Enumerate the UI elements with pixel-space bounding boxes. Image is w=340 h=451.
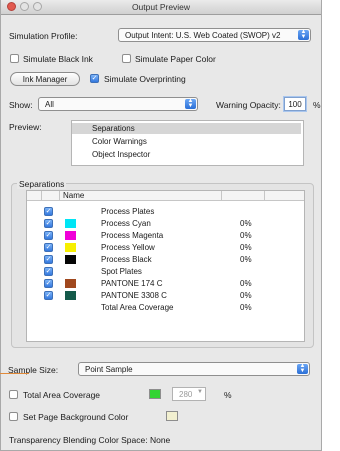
preview-item-object-inspector[interactable]: Object Inspector bbox=[72, 149, 301, 160]
separation-name: PANTONE 3308 C bbox=[101, 291, 167, 300]
table-row[interactable]: Total Area Coverage 0% bbox=[27, 302, 304, 314]
table-row[interactable]: ✓ Process Magenta 0% bbox=[27, 230, 304, 242]
separation-color-swatch bbox=[65, 291, 76, 300]
separation-color-swatch bbox=[65, 243, 76, 252]
show-label: Show: bbox=[9, 100, 33, 110]
separation-color-swatch bbox=[65, 255, 76, 264]
separation-visibility-checkbox[interactable]: ✓ bbox=[44, 279, 53, 288]
sample-size-value: Point Sample bbox=[85, 365, 133, 374]
table-row[interactable]: ✓ PANTONE 174 C 0% bbox=[27, 278, 304, 290]
preview-list: Separations Color Warnings Object Inspec… bbox=[71, 120, 304, 166]
separation-color-swatch bbox=[65, 279, 76, 288]
total-area-coverage-checkbox[interactable] bbox=[9, 390, 18, 399]
preview-item-separations[interactable]: Separations bbox=[72, 123, 301, 134]
separation-name: Process Yellow bbox=[101, 243, 155, 252]
separation-visibility-checkbox[interactable]: ✓ bbox=[44, 243, 53, 252]
separation-percent: 0% bbox=[240, 291, 252, 300]
table-row[interactable]: ✓ Process Plates bbox=[27, 206, 304, 218]
separation-name: Process Plates bbox=[101, 207, 155, 216]
separation-visibility-checkbox[interactable]: ✓ bbox=[44, 267, 53, 276]
table-row[interactable]: ✓ Process Yellow 0% bbox=[27, 242, 304, 254]
separation-visibility-checkbox[interactable]: ✓ bbox=[44, 219, 53, 228]
separation-visibility-checkbox[interactable]: ✓ bbox=[44, 231, 53, 240]
set-page-background-checkbox[interactable] bbox=[9, 412, 18, 421]
coverage-value-input: 280 ▼ bbox=[172, 387, 206, 401]
table-row[interactable]: ✓ Process Black 0% bbox=[27, 254, 304, 266]
separation-visibility-checkbox[interactable]: ✓ bbox=[44, 255, 53, 264]
separation-color-swatch bbox=[65, 231, 76, 240]
table-header: Name bbox=[27, 191, 304, 201]
preview-label: Preview: bbox=[9, 122, 42, 132]
simulate-paper-color-label: Simulate Paper Color bbox=[135, 54, 216, 64]
window-title: Output Preview bbox=[131, 2, 191, 12]
simulation-profile-label: Simulation Profile: bbox=[9, 31, 78, 41]
separation-percent: 0% bbox=[240, 303, 252, 312]
preview-item-color-warnings[interactable]: Color Warnings bbox=[72, 136, 301, 147]
show-value: All bbox=[45, 100, 54, 109]
simulate-overprinting-label: Simulate Overprinting bbox=[104, 74, 186, 84]
table-row[interactable]: ✓ Process Cyan 0% bbox=[27, 218, 304, 230]
separation-percent: 0% bbox=[240, 231, 252, 240]
separation-name: Process Cyan bbox=[101, 219, 151, 228]
simulate-black-ink-checkbox[interactable] bbox=[10, 54, 19, 63]
separations-group-label: Separations bbox=[17, 179, 67, 189]
title-bar: Output Preview bbox=[1, 0, 321, 15]
simulate-overprinting-checkbox[interactable]: ✓ bbox=[90, 74, 99, 83]
warning-opacity-label: Warning Opacity: bbox=[216, 100, 281, 110]
name-column-header[interactable]: Name bbox=[63, 191, 84, 200]
separation-visibility-checkbox[interactable]: ✓ bbox=[44, 207, 53, 216]
warning-opacity-input[interactable]: 100 bbox=[284, 97, 306, 111]
separation-visibility-checkbox[interactable]: ✓ bbox=[44, 291, 53, 300]
popup-arrows-icon: ▲ ▼ bbox=[297, 363, 308, 374]
total-area-coverage-label: Total Area Coverage bbox=[23, 390, 101, 400]
simulation-profile-value: Output Intent: U.S. Web Coated (SWOP) v2 bbox=[125, 31, 281, 40]
separation-percent: 0% bbox=[240, 243, 252, 252]
separation-color-swatch bbox=[65, 219, 76, 228]
separation-name: Process Black bbox=[101, 255, 152, 264]
separation-name: Total Area Coverage bbox=[101, 303, 174, 312]
separation-name: Spot Plates bbox=[101, 267, 142, 276]
show-popup[interactable]: All ▲ ▼ bbox=[38, 97, 198, 111]
page-background-color-swatch[interactable] bbox=[166, 411, 178, 421]
separation-name: Process Magenta bbox=[101, 231, 164, 240]
separation-percent: 0% bbox=[240, 255, 252, 264]
coverage-highlight-color-swatch[interactable] bbox=[149, 389, 161, 399]
separations-table: Name ✓ Process Plates ✓ Process Cyan 0% ✓ Proc… bbox=[26, 190, 305, 342]
separation-percent: 0% bbox=[240, 279, 252, 288]
ink-manager-button[interactable]: Ink Manager bbox=[10, 72, 80, 86]
table-row[interactable]: ✓ Spot Plates bbox=[27, 266, 304, 278]
callout-line bbox=[0, 373, 29, 374]
separation-name: PANTONE 174 C bbox=[101, 279, 163, 288]
table-row[interactable]: ✓ PANTONE 3308 C 0% bbox=[27, 290, 304, 302]
sample-size-popup[interactable]: Point Sample ▲ ▼ bbox=[78, 362, 310, 376]
separation-percent: 0% bbox=[240, 219, 252, 228]
transparency-blending-text: Transparency Blending Color Space: None bbox=[9, 435, 171, 445]
popup-arrows-icon: ▲ ▼ bbox=[298, 29, 309, 40]
simulate-paper-color-checkbox[interactable] bbox=[122, 54, 131, 63]
set-page-background-label: Set Page Background Color bbox=[23, 412, 129, 422]
coverage-unit: % bbox=[224, 390, 232, 400]
warning-opacity-unit: % bbox=[313, 100, 321, 110]
simulate-black-ink-label: Simulate Black Ink bbox=[23, 54, 93, 64]
popup-arrows-icon: ▲ ▼ bbox=[185, 98, 196, 109]
simulation-profile-popup[interactable]: Output Intent: U.S. Web Coated (SWOP) v2… bbox=[118, 28, 311, 42]
stepper-down-icon: ▼ bbox=[197, 389, 203, 395]
